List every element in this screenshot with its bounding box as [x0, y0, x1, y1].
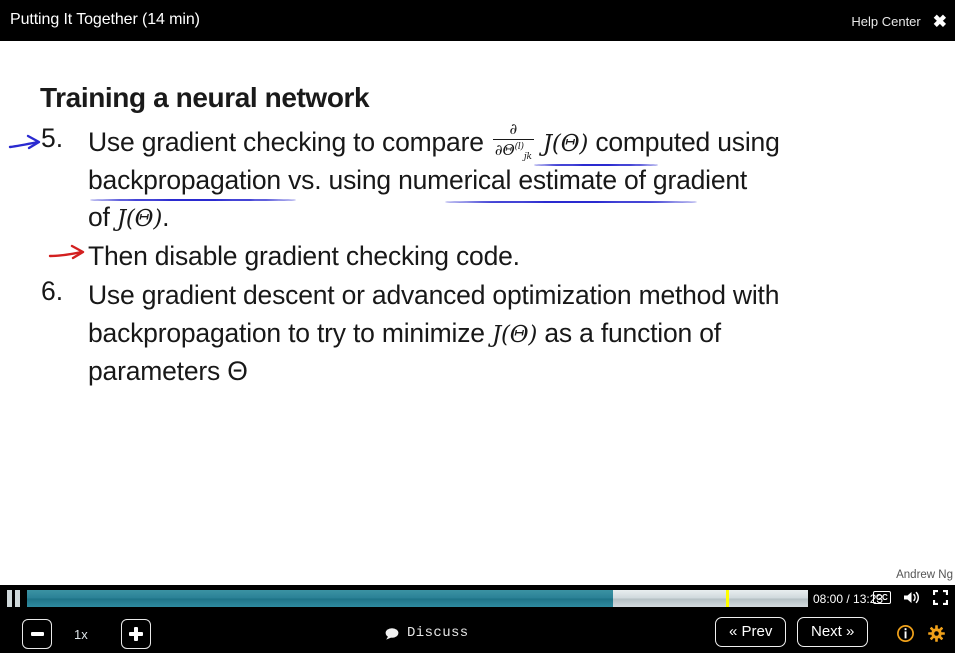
item6-line2-a: backpropagation to try to minimize	[88, 318, 485, 348]
item6-line3: parameters Θ	[88, 356, 248, 386]
player-toolbar: 1x Discuss « Prev Next »	[0, 613, 955, 653]
item5-line3-math: J(Θ)	[116, 206, 163, 232]
player-progress-bar: 08:00 / 13:23 CC	[0, 585, 955, 613]
speech-bubble-icon	[385, 627, 401, 640]
title-bar-actions: Help Center ✖	[851, 13, 947, 30]
pause-icon[interactable]	[5, 590, 23, 607]
denominator-superscript: (l)	[514, 142, 525, 153]
item5-line2-c: of gradient	[624, 165, 748, 195]
item5-line3: of J(Θ).	[88, 198, 169, 238]
item6-line2: backpropagation to try to minimize J(Θ) …	[88, 314, 721, 354]
volume-icon[interactable]	[903, 590, 921, 605]
underline-numerical-estimate	[445, 201, 697, 203]
speed-decrease-button[interactable]	[22, 619, 52, 649]
seek-bar-playhead[interactable]	[725, 590, 729, 607]
minus-icon	[23, 620, 51, 648]
fraction-denominator: ∂Θ(l)jk	[493, 140, 534, 163]
fullscreen-icon[interactable]	[932, 589, 949, 606]
item5-line1: Use gradient checking to compare ∂ ∂Θ(l)…	[88, 120, 780, 165]
video-player-window: Putting It Together (14 min) Help Center…	[0, 0, 955, 653]
item5-line2-a: backpropagation vs. using	[88, 165, 391, 195]
list-number-6: 6.	[41, 276, 64, 306]
title-bar: Putting It Together (14 min) Help Center…	[0, 0, 955, 41]
plus-icon	[122, 620, 150, 648]
underline-numerical-estimate-top	[534, 164, 658, 166]
slide-attribution: Andrew Ng	[896, 569, 953, 581]
cc-icon[interactable]: CC	[873, 591, 891, 604]
prev-button[interactable]: « Prev	[715, 617, 787, 647]
player-icon-group: CC	[873, 589, 949, 606]
seek-bar[interactable]	[27, 590, 808, 607]
slide-content: Training a neural network 5. Use gradien…	[0, 41, 955, 585]
list-number-5: 5.	[41, 123, 64, 153]
next-button[interactable]: Next »	[797, 617, 869, 647]
item5-line3-prefix: of	[88, 202, 110, 232]
cost-function-symbol: J(Θ)	[542, 131, 589, 157]
denominator-base: ∂Θ	[494, 141, 515, 160]
info-icon[interactable]	[897, 625, 914, 642]
discuss-label: Discuss	[407, 625, 469, 641]
gear-icon[interactable]	[928, 625, 945, 642]
red-arrow-icon	[48, 244, 85, 260]
item5-line1-tail: computed using	[595, 127, 780, 157]
item6-line2-b: as a function of	[544, 318, 721, 348]
seek-bar-buffered	[27, 590, 613, 607]
discuss-button[interactable]: Discuss	[385, 625, 469, 641]
item5-line3-suffix: .	[162, 202, 170, 232]
item6-line2-math: J(Θ)	[491, 322, 538, 348]
slide-viewport[interactable]: Training a neural network 5. Use gradien…	[0, 41, 955, 585]
item6-line1: Use gradient descent or advanced optimiz…	[88, 280, 780, 310]
help-center-link[interactable]: Help Center	[851, 14, 920, 29]
item5-line2-b: numerical estimate	[398, 165, 617, 195]
playback-speed-label: 1x	[74, 627, 88, 642]
item5-line2: backpropagation vs. using numerical esti…	[88, 161, 747, 199]
slide-heading: Training a neural network	[40, 82, 370, 113]
speed-increase-button[interactable]	[121, 619, 151, 649]
item5-annotation: Then disable gradient checking code.	[88, 241, 520, 271]
lecture-title: Putting It Together (14 min)	[10, 11, 200, 28]
partial-derivative-fraction: ∂ ∂Θ(l)jk	[492, 120, 534, 163]
fraction-numerator: ∂	[492, 120, 534, 141]
close-icon[interactable]: ✖	[933, 13, 947, 30]
item5-line1-text: Use gradient checking to compare	[88, 127, 484, 157]
underline-backpropagation	[90, 199, 296, 201]
toolbar-right-icons	[897, 625, 945, 642]
